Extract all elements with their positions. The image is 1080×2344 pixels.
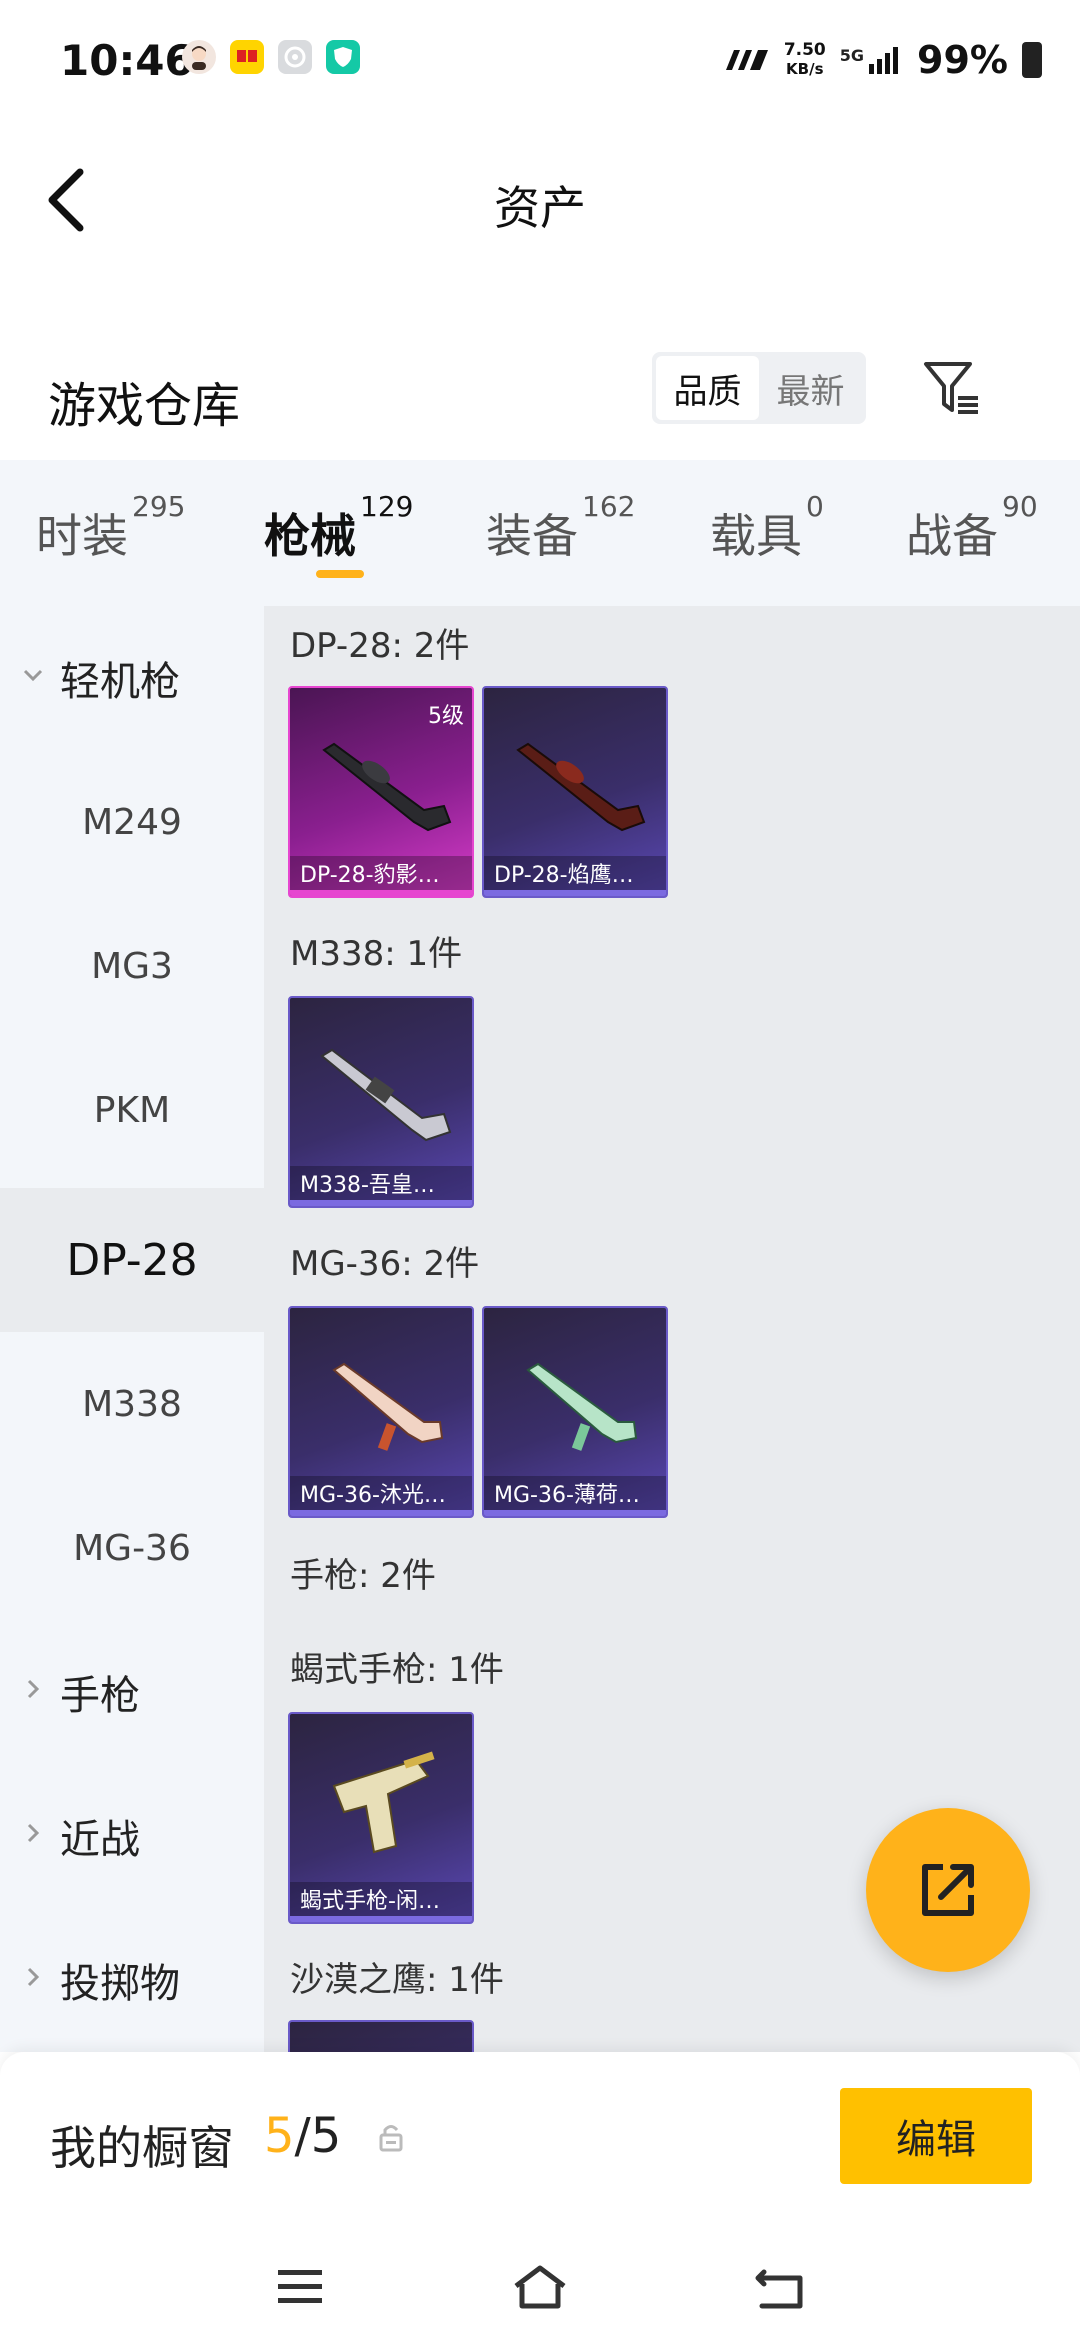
lmg-skin-icon (320, 1048, 452, 1142)
active-tab-indicator (316, 570, 364, 578)
chevron-right-icon (27, 1967, 40, 1987)
showcase-bar: 我的橱窗 5/5 编辑 (0, 2052, 1080, 2212)
item-card[interactable]: MG-36-薄荷… (482, 1306, 668, 1518)
sidebar-group-pistol[interactable]: 手枪 (0, 1620, 264, 1764)
net-speed: 7.50 KB/s (783, 40, 826, 79)
tab-firearms[interactable]: 枪械129 (264, 490, 413, 566)
sidebar-item-label: 手枪 (60, 1673, 140, 1719)
section-label-mg36: MG-36: 2件 (290, 1244, 480, 1284)
shield-app-icon (326, 40, 360, 74)
signal-icon (869, 47, 899, 74)
showcase-count: 5/5 (264, 2108, 342, 2164)
rarity-bar (290, 890, 472, 896)
system-nav-bar (0, 2212, 1080, 2344)
lock-icon (379, 2125, 403, 2152)
item-card[interactable]: DP-28-焰鹰… (482, 686, 668, 898)
avatar-icon (182, 40, 216, 74)
sidebar-item-label: 轻机枪 (60, 659, 180, 705)
sidebar-item-m338[interactable]: M338 (0, 1332, 264, 1476)
rarity-bar (290, 1200, 472, 1206)
sidebar-item-m249[interactable]: M249 (0, 750, 264, 894)
rarity-bar (290, 1510, 472, 1516)
share-fab-button[interactable] (866, 1808, 1030, 1972)
sidebar-group-lmg[interactable]: 轻机枪 (0, 606, 264, 750)
section-label-dp28: DP-28: 2件 (290, 626, 470, 666)
lmg-skin-icon (332, 1362, 444, 1451)
tab-supplies[interactable]: 战备90 (906, 490, 1038, 566)
lmg-skin-icon (526, 1362, 638, 1451)
tab-equipment[interactable]: 装备162 (486, 490, 635, 566)
back-icon[interactable] (750, 2262, 810, 2312)
tab-outfits[interactable]: 时装295 (36, 490, 185, 566)
share-icon (922, 1864, 974, 1916)
section-label-pistol: 手枪: 2件 (290, 1556, 436, 1596)
section-label-scorpion: 蝎式手枪: 1件 (290, 1650, 504, 1690)
chevron-right-icon (27, 1679, 40, 1699)
chevron-down-icon (23, 669, 43, 682)
page-title: 资产 (494, 181, 586, 235)
sort-toggle: 品质 最新 (652, 352, 866, 424)
network-type: 5G (839, 46, 865, 65)
sidebar: 轻机枪 M249 MG3 PKM DP-28 M338 MG-36 手枪 近战 … (0, 606, 264, 2052)
item-card[interactable]: M338-吾皇… (288, 996, 474, 1208)
notification-icons (182, 40, 360, 74)
category-tabs: 时装295 枪械129 装备162 载具0 战备90 (0, 460, 1080, 606)
sidebar-item-mg3[interactable]: MG3 (0, 894, 264, 1038)
item-card[interactable]: 蝎式手枪-闲… (288, 1712, 474, 1924)
battery-percent: 99% (917, 38, 1008, 82)
item-card[interactable]: 5级 DP-28-豹影… (288, 686, 474, 898)
status-bar: 10:46 7.50 KB/s 5G 99% (0, 0, 1080, 120)
warehouse-header: 游戏仓库 品质 最新 (0, 340, 1080, 460)
lmg-skin-icon (516, 742, 646, 832)
sidebar-item-pkm[interactable]: PKM (0, 1038, 264, 1182)
menu-icon[interactable] (270, 2262, 330, 2312)
section-label-deagle: 沙漠之鹰: 1件 (290, 1960, 504, 2000)
rarity-bar (484, 890, 666, 896)
rarity-bar (290, 1916, 472, 1922)
warehouse-title: 游戏仓库 (48, 378, 241, 434)
item-card[interactable]: MG-36-沐光… (288, 1306, 474, 1518)
showcase-label: 我的橱窗 (50, 2121, 234, 2175)
home-icon[interactable] (510, 2262, 570, 2312)
edit-button[interactable]: 编辑 (840, 2088, 1032, 2184)
rarity-bar (484, 1510, 666, 1516)
sidebar-group-melee[interactable]: 近战 (0, 1764, 264, 1908)
sort-option-quality[interactable]: 品质 (656, 356, 759, 420)
item-card[interactable] (288, 2020, 474, 2052)
chevron-right-icon (27, 1823, 40, 1843)
sort-option-newest[interactable]: 最新 (759, 356, 862, 420)
section-label-m338: M338: 1件 (290, 934, 463, 974)
sidebar-item-label: 投掷物 (60, 1961, 180, 2007)
pistol-skin-icon (332, 1751, 435, 1854)
lmg-skin-icon (322, 742, 452, 832)
sidebar-group-throwables[interactable]: 投掷物 (0, 1908, 264, 2052)
network-activity-icon (725, 50, 768, 70)
sidebar-item-label: 近战 (60, 1817, 140, 1863)
status-time: 10:46 (60, 36, 194, 85)
settings-app-icon (278, 40, 312, 74)
battery-icon (1022, 42, 1042, 78)
app-header: 资产 (0, 120, 1080, 280)
sidebar-item-dp28[interactable]: DP-28 (0, 1188, 264, 1332)
sidebar-item-mg36[interactable]: MG-36 (0, 1476, 264, 1620)
tab-vehicles[interactable]: 载具0 (710, 490, 824, 566)
app-yellow-icon (230, 40, 264, 74)
filter-icon[interactable] (920, 356, 984, 420)
